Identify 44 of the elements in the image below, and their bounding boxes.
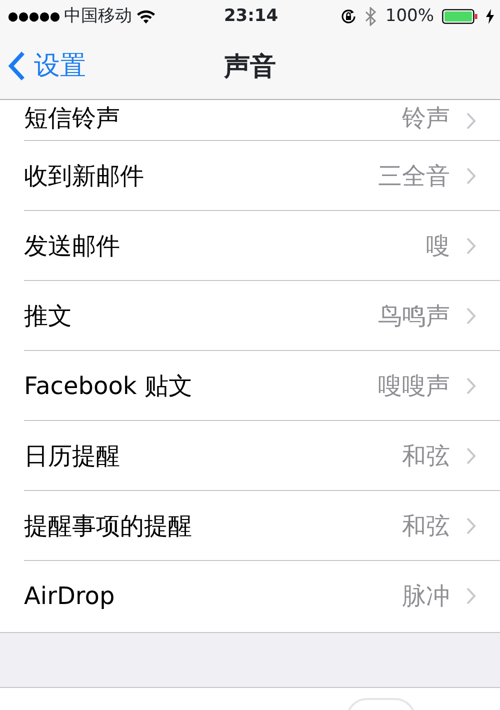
row-value: 和弦 (402, 510, 450, 542)
row-value: 鸟鸣声 (378, 300, 450, 332)
chevron-icon (466, 236, 476, 254)
row-label: 发送邮件 (24, 230, 121, 262)
settings-row[interactable]: AirDrop 脉冲 (24, 561, 500, 631)
signal-icon (8, 12, 60, 22)
row-value: 嗖嗖声 (378, 370, 450, 402)
settings-row[interactable]: 收到新邮件 三全音 (24, 141, 500, 211)
row-value: 和弦 (402, 440, 450, 472)
battery-percent: 100% (385, 4, 434, 28)
chevron-icon (466, 516, 476, 534)
settings-row[interactable]: 日历提醒 和弦 (24, 421, 500, 491)
chevron-icon (466, 587, 476, 605)
rotation-lock-icon (340, 8, 358, 25)
status-time: 23:14 (222, 4, 280, 28)
chevron-icon (466, 166, 476, 184)
battery-icon (442, 9, 478, 24)
row-label: AirDrop (24, 581, 116, 612)
settings-row[interactable]: 提醒事项的提醒 和弦 (24, 491, 500, 561)
settings-row[interactable]: 短信铃声 铃声 (24, 100, 500, 141)
row-label: Facebook 贴文 (24, 370, 194, 402)
back-chevron-icon (8, 51, 26, 81)
row-value: 嗖 (426, 230, 450, 262)
settings-row[interactable]: Facebook 贴文 嗖嗖声 (24, 351, 500, 421)
back-button[interactable]: 设置 (0, 46, 86, 86)
row-value: 脉冲 (402, 581, 450, 612)
chevron-icon (466, 112, 476, 130)
bluetooth-icon (365, 7, 378, 26)
settings-row[interactable]: 推文 鸟鸣声 (24, 281, 500, 351)
settings-row[interactable]: 发送邮件 嗖 (24, 211, 500, 281)
chevron-icon (466, 306, 476, 324)
row-label: 短信铃声 (24, 103, 121, 134)
row-value: 铃声 (402, 103, 450, 134)
carrier-name: 中国移动 (64, 4, 132, 28)
row-value: 三全音 (378, 160, 450, 192)
row-label: 推文 (24, 300, 73, 332)
wifi-icon (136, 9, 156, 24)
chevron-icon (466, 446, 476, 464)
row-label: 收到新邮件 (24, 160, 145, 192)
nav-title: 声音 (224, 52, 276, 82)
row-label: 提醒事项的提醒 (24, 510, 193, 542)
row-label: 日历提醒 (24, 440, 121, 472)
charging-icon (486, 9, 494, 24)
chevron-icon (466, 376, 476, 394)
